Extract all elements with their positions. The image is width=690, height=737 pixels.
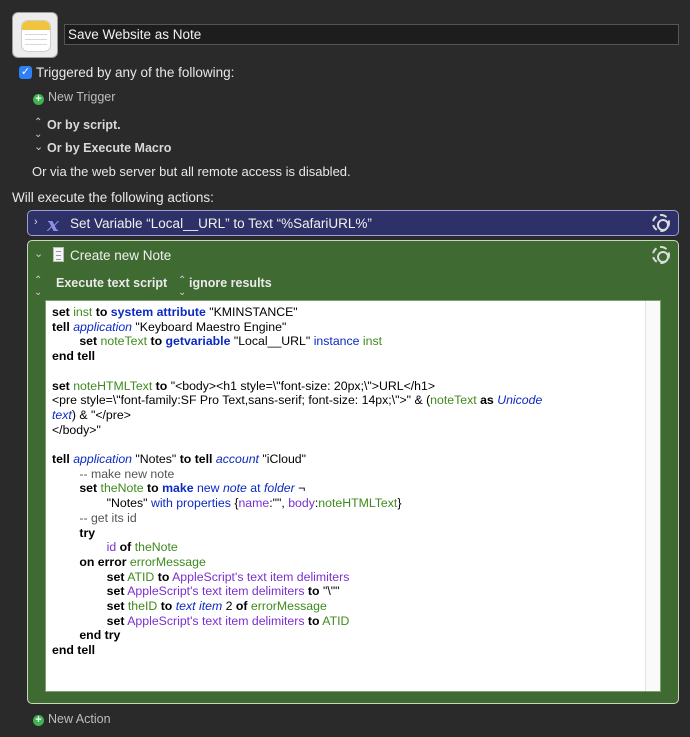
chevron-right-icon[interactable]: › — [34, 216, 38, 228]
chevron-down-icon[interactable]: ⌄ — [34, 140, 43, 153]
script-code: set inst to system attribute "KMINSTANCE… — [52, 305, 543, 658]
execute-option-updown-icon[interactable]: ⌃ ⌄ — [34, 275, 42, 299]
gear-icon[interactable] — [652, 246, 670, 264]
results-option-updown-icon[interactable]: ⌃ ⌄ — [178, 275, 186, 299]
new-trigger-button[interactable]: New Trigger — [48, 90, 115, 104]
editor-scrollbar[interactable] — [645, 301, 660, 691]
add-action-icon[interactable]: + — [33, 715, 44, 726]
results-option-select[interactable]: ignore results — [189, 276, 272, 290]
expand-script-icon[interactable]: ⌃ ⌄ — [34, 117, 42, 141]
chevron-down-icon[interactable]: ⌄ — [34, 247, 43, 260]
add-trigger-icon[interactable]: + — [33, 94, 44, 105]
macro-name-field[interactable]: Save Website as Note — [64, 24, 679, 45]
action-label: Create new Note — [70, 248, 172, 263]
new-action-button[interactable]: New Action — [48, 712, 111, 726]
triggered-checkbox[interactable]: ✓ — [19, 66, 32, 79]
triggered-label: Triggered by any of the following: — [36, 65, 235, 80]
variable-x-icon: x — [47, 212, 59, 236]
gear-icon[interactable] — [652, 214, 670, 232]
or-by-execute-macro-label[interactable]: Or by Execute Macro — [47, 141, 171, 155]
execute-option-select[interactable]: Execute text script — [56, 276, 167, 290]
script-editor[interactable]: set inst to system attribute "KMINSTANCE… — [45, 300, 661, 692]
web-server-note: Or via the web server but all remote acc… — [32, 164, 351, 179]
script-document-icon — [53, 247, 64, 262]
or-by-script-label[interactable]: Or by script. — [47, 118, 121, 132]
action-set-variable[interactable]: › x Set Variable “Local__URL” to Text “%… — [27, 210, 679, 236]
notes-app-icon — [12, 12, 58, 58]
actions-header: Will execute the following actions: — [12, 190, 214, 205]
action-label: Set Variable “Local__URL” to Text “%Safa… — [70, 216, 372, 231]
